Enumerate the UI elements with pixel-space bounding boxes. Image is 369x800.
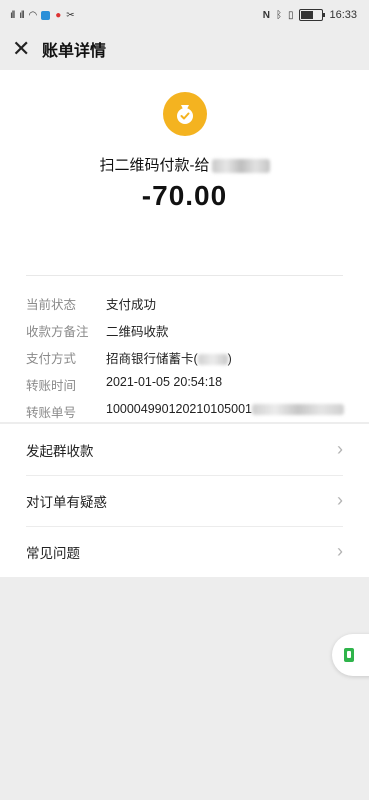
detail-value: 支付成功 <box>106 298 157 312</box>
page-title: 账单详情 <box>42 43 107 60</box>
document-icon <box>344 648 354 662</box>
detail-label: 转账单号 <box>26 406 77 420</box>
detail-row-payment-method: 支付方式 招商银行储蓄卡() <box>26 348 359 367</box>
detail-value: 招商银行储蓄卡() <box>106 348 232 367</box>
detail-label: 转账时间 <box>26 379 77 393</box>
bill-summary-card: 扫二维码付款-给 -70.00 当前状态 支付成功 收款方备注 二维码收款 支付… <box>0 70 369 422</box>
close-icon[interactable]: ✕ <box>12 38 34 60</box>
notification-icon: ✂ <box>66 9 75 21</box>
nfc-icon: N <box>262 9 270 21</box>
detail-row-remark: 收款方备注 二维码收款 <box>26 321 359 340</box>
detail-value: 二维码收款 <box>106 325 169 339</box>
chevron-right-icon: › <box>337 439 343 459</box>
payee-name-redacted <box>211 159 270 174</box>
money-bag-icon <box>163 92 207 136</box>
status-bar: ıll ıll ◠ ● ✂ N ᛒ ▯ 16:33 <box>0 0 369 30</box>
location-icon: ● <box>55 9 62 21</box>
detail-label: 收款方备注 <box>26 325 89 339</box>
menu-item-label: 常见问题 <box>26 545 80 561</box>
menu-item-order-question[interactable]: 对订单有疑惑 › <box>0 475 369 526</box>
menu-item-group-collect[interactable]: 发起群收款 › <box>0 424 369 475</box>
action-menu: 发起群收款 › 对订单有疑惑 › 常见问题 › <box>0 424 369 577</box>
detail-row-status: 当前状态 支付成功 <box>26 294 359 313</box>
menu-item-label: 发起群收款 <box>26 443 94 459</box>
payee-text: 扫二维码付款-给 <box>99 157 210 174</box>
status-bar-left: ıll ıll ◠ ● ✂ <box>10 10 75 21</box>
detail-value: 2021-01-05 20:54:18 <box>106 375 223 389</box>
transaction-id-redacted <box>252 404 344 416</box>
amount: -70.00 <box>141 180 228 211</box>
bluetooth-icon: ᛒ <box>275 9 282 21</box>
signal-icon: ıll <box>19 9 24 21</box>
detail-value: 100004990120210105001 <box>106 402 344 421</box>
divider <box>26 275 343 276</box>
status-time: 16:33 <box>329 9 357 21</box>
battery-icon <box>299 9 326 21</box>
menu-item-label: 对订单有疑惑 <box>26 494 107 510</box>
signal-icon: ıll <box>10 9 15 21</box>
chevron-right-icon: › <box>337 490 343 510</box>
payment-method-suffix: ) <box>227 352 232 366</box>
app-notification-icon <box>41 10 51 20</box>
detail-label: 当前状态 <box>26 298 77 312</box>
detail-row-transaction-id: 转账单号 100004990120210105001 <box>26 402 359 421</box>
vibrate-icon: ▯ <box>287 9 294 21</box>
nav-bar: ✕ 账单详情 <box>0 30 369 68</box>
chevron-right-icon: › <box>337 541 343 561</box>
wifi-icon: ◠ <box>28 9 37 21</box>
menu-item-faq[interactable]: 常见问题 › <box>0 526 369 577</box>
status-bar-right: N ᛒ ▯ 16:33 <box>263 9 357 21</box>
detail-label: 支付方式 <box>26 352 77 366</box>
detail-row-time: 转账时间 2021-01-05 20:54:18 <box>26 375 359 394</box>
transaction-id-text: 100004990120210105001 <box>106 402 252 416</box>
payee-line: 扫二维码付款-给 <box>0 154 369 175</box>
payment-method-text: 招商银行储蓄卡( <box>106 352 198 366</box>
floating-side-button[interactable] <box>332 634 369 676</box>
card-number-redacted <box>197 354 228 366</box>
